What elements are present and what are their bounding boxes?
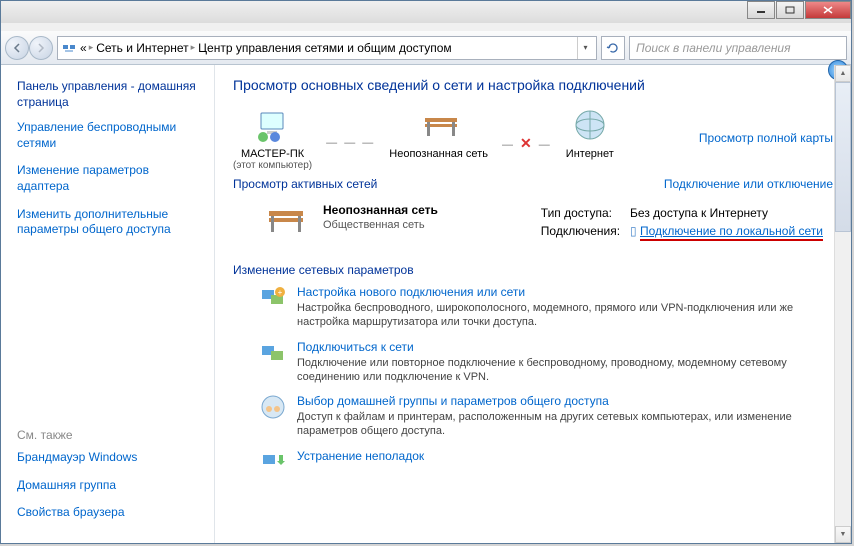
main-content: Просмотр основных сведений о сети и наст…	[215, 65, 851, 543]
toolbar: «▸ Сеть и Интернет▸ Центр управления сет…	[1, 31, 851, 65]
ethernet-icon: ▯	[630, 224, 637, 238]
task-homegroup-desc: Доступ к файлам и принтерам, расположенн…	[297, 410, 797, 439]
nav-forward-button[interactable]	[29, 36, 53, 60]
bench-icon	[263, 203, 309, 239]
active-network-type: Общественная сеть	[323, 219, 425, 231]
sidebar-link-adapter[interactable]: Изменение параметров адаптера	[17, 163, 204, 194]
access-type-label: Тип доступа:	[541, 205, 628, 221]
access-type-value: Без доступа к Интернету	[630, 205, 831, 221]
node-computer-label: МАСТЕР-ПК	[233, 148, 312, 160]
close-button[interactable]	[805, 1, 851, 19]
sidebar-link-wireless[interactable]: Управление беспроводными сетями	[17, 120, 204, 151]
task-connect-network[interactable]: Подключиться к сети	[297, 340, 414, 354]
bench-icon	[419, 105, 459, 145]
sidebar-link-firewall[interactable]: Брандмауэр Windows	[17, 450, 204, 466]
vertical-scrollbar[interactable]: ▲ ▼	[834, 65, 851, 543]
sidebar: Панель управления - домашняя страница Уп…	[1, 65, 215, 543]
full-map-link[interactable]: Просмотр полной карты	[699, 131, 833, 145]
breadcrumb-network[interactable]: Сеть и Интернет	[96, 41, 188, 55]
change-settings-header: Изменение сетевых параметров	[233, 263, 833, 277]
sidebar-link-homegroup[interactable]: Домашняя группа	[17, 478, 204, 494]
scroll-up-button[interactable]: ▲	[835, 65, 851, 82]
page-title: Просмотр основных сведений о сети и наст…	[233, 77, 833, 93]
new-connection-icon: +	[259, 285, 287, 311]
search-input[interactable]: Поиск в панели управления	[629, 36, 847, 60]
task-connect-network-desc: Подключение или повторное подключение к …	[297, 356, 797, 385]
nav-back-button[interactable]	[5, 36, 29, 60]
maximize-button[interactable]	[776, 1, 804, 19]
homegroup-icon	[259, 394, 287, 420]
minimize-button[interactable]	[747, 1, 775, 19]
local-connection-link[interactable]: Подключение по локальной сети	[640, 224, 823, 241]
globe-icon	[570, 105, 610, 145]
connections-label: Подключения:	[541, 223, 628, 239]
chevron-right-icon: ▸	[89, 42, 94, 53]
connect-network-icon	[259, 340, 287, 366]
chevron-right-icon: ▸	[191, 42, 196, 53]
sidebar-link-browser[interactable]: Свойства браузера	[17, 505, 204, 521]
titlebar	[1, 1, 851, 23]
address-bar[interactable]: «▸ Сеть и Интернет▸ Центр управления сет…	[57, 36, 597, 60]
breadcrumb-sharing-center[interactable]: Центр управления сетями и общим доступом	[198, 41, 452, 55]
svg-text:+: +	[278, 288, 283, 297]
network-center-icon	[61, 40, 77, 56]
scroll-thumb[interactable]	[835, 82, 851, 232]
connect-disconnect-link[interactable]: Подключение или отключение	[664, 177, 833, 191]
control-panel-window: «▸ Сеть и Интернет▸ Центр управления сет…	[0, 0, 852, 544]
connector-broken-icon: — ✕ —	[502, 135, 552, 152]
connector-icon: — — —	[326, 137, 375, 149]
active-network-name: Неопознанная сеть	[323, 203, 525, 217]
refresh-button[interactable]	[601, 36, 625, 60]
node-computer-sub: (этот компьютер)	[233, 160, 312, 171]
address-dropdown[interactable]: ▾	[577, 37, 593, 59]
breadcrumb-root[interactable]: «	[80, 41, 87, 55]
sidebar-home-link[interactable]: Панель управления - домашняя страница	[17, 79, 204, 110]
node-unknown-label: Неопознанная сеть	[389, 148, 488, 160]
computer-icon	[253, 105, 293, 145]
see-also-label: См. также	[17, 428, 204, 442]
node-internet-label: Интернет	[566, 148, 614, 160]
active-networks-header: Просмотр активных сетей	[233, 177, 377, 191]
task-new-connection[interactable]: Настройка нового подключения или сети	[297, 285, 525, 299]
task-troubleshoot[interactable]: Устранение неполадок	[297, 449, 424, 463]
scroll-down-button[interactable]: ▼	[835, 526, 851, 543]
network-map: МАСТЕР-ПК (этот компьютер) — — — Неопозн…	[233, 105, 614, 171]
sidebar-link-sharing[interactable]: Изменить дополнительные параметры общего…	[17, 207, 204, 238]
troubleshoot-icon	[259, 449, 287, 475]
search-placeholder: Поиск в панели управления	[636, 41, 791, 55]
menubar-spacer	[1, 23, 851, 31]
task-new-connection-desc: Настройка беспроводного, широкополосного…	[297, 301, 797, 330]
task-homegroup[interactable]: Выбор домашней группы и параметров общег…	[297, 394, 609, 408]
